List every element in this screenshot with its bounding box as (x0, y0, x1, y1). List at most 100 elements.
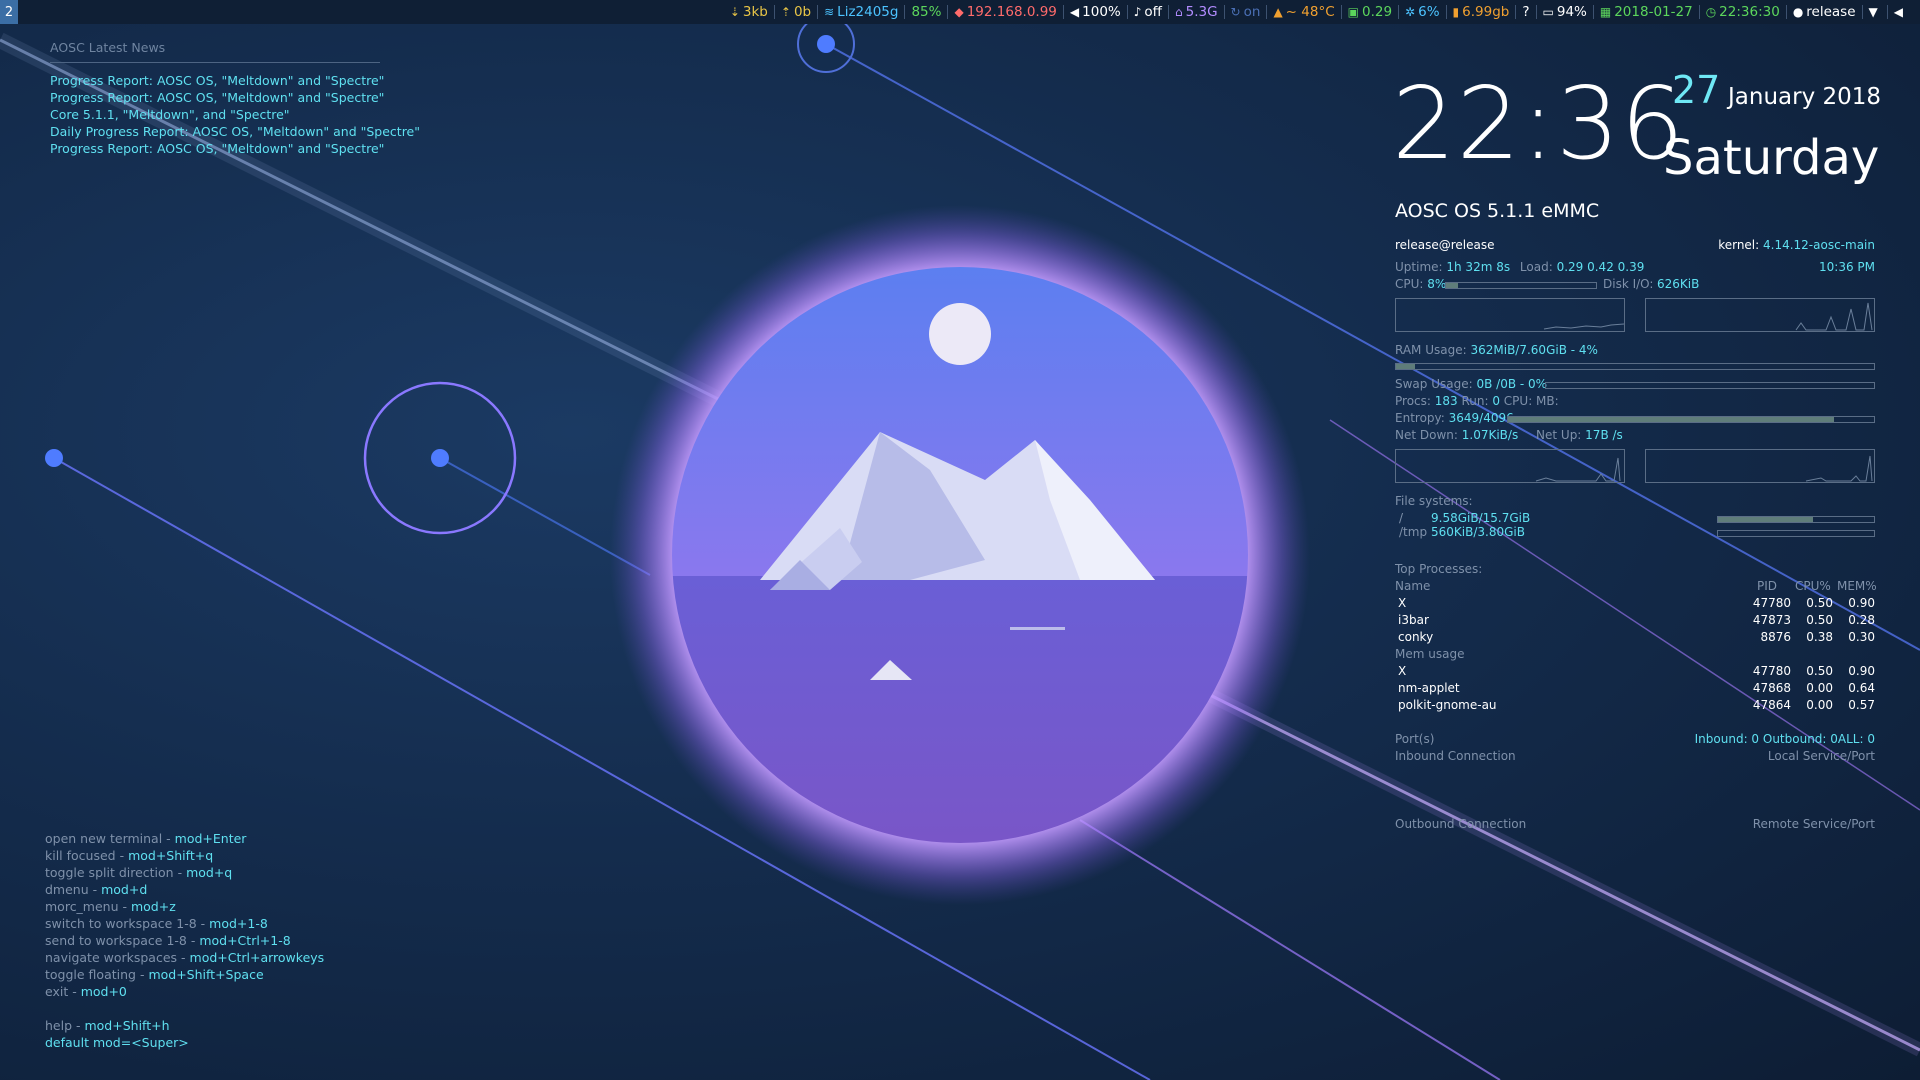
keybinding-row: open new terminal - mod+Enter (45, 830, 324, 847)
news-list: Progress Report: AOSC OS, "Meltdown" and… (50, 72, 420, 157)
keybinding-key: mod+z (130, 899, 176, 914)
keybinding-desc: switch to workspace 1-8 - (45, 916, 210, 931)
entropy-bar (1507, 416, 1875, 423)
process-name: X (1398, 596, 1407, 610)
ram-row: RAM Usage: 362MiB/7.60GiB - 4% (1395, 343, 1598, 357)
tag-icon: ◆ (954, 5, 964, 19)
status-items: ⇣ 3kb ⇡ 0b ≋ Liz2405g 85% ◆ 192.168.0.99 ◀ 100% ♪ of… (730, 0, 1906, 24)
news-item[interactable]: Progress Report: AOSC OS, "Meltdown" and… (50, 140, 384, 157)
process-cpu: 0.00 (1806, 681, 1833, 695)
news-item[interactable]: Progress Report: AOSC OS, "Meltdown" and… (50, 89, 384, 106)
status-separator (1698, 5, 1700, 19)
volume-tray-icon: ◀ (1893, 5, 1903, 19)
time-12h: 10:36 PM (1819, 260, 1875, 274)
status-item[interactable]: ▭ 94% (1543, 4, 1587, 20)
status-separator (1515, 5, 1517, 19)
status-text: 2018-01-27 (1614, 4, 1693, 20)
keybinding-key: mod+Enter (174, 831, 247, 846)
status-item[interactable]: ⇣ 3kb (730, 4, 768, 20)
status-item[interactable]: ▣ 0.29 (1348, 4, 1392, 20)
news-item[interactable]: Progress Report: AOSC OS, "Meltdown" and… (50, 72, 384, 89)
status-text: 85% (911, 4, 942, 20)
keybinding-desc: toggle split direction - (45, 865, 187, 880)
process-row: X 47780 0.50 0.90 (1395, 596, 1875, 613)
memory-icon: ▮ (1452, 5, 1460, 19)
status-separator (1886, 5, 1888, 19)
keybinding-row: toggle split direction - mod+q (45, 864, 324, 881)
status-item[interactable]: ? (1522, 4, 1529, 20)
status-item[interactable]: ≋ Liz2405g (824, 4, 898, 20)
user-host-row: release@release kernel: 4.14.12-aosc-mai… (1395, 238, 1875, 255)
status-item[interactable]: ♪ off (1134, 4, 1162, 20)
keybinding-key: mod+Ctrl+arrowkeys (189, 950, 325, 965)
status-item[interactable]: ◀ 100% (1070, 4, 1121, 20)
keybinding-key: mod+0 (80, 984, 127, 999)
status-item[interactable]: ▮ 6.99gb (1453, 4, 1510, 20)
process-mem: 0.90 (1848, 664, 1875, 678)
status-separator (1223, 5, 1225, 19)
clock-icon: ◷ (1705, 5, 1717, 19)
top-status-bar: 2 ⇣ 3kb ⇡ 0b ≋ Liz2405g 85% ◆ 192.168.0.99 ◀ 100% ♪… (0, 0, 1920, 24)
status-text: 0b (793, 4, 812, 20)
upload-icon: ⇡ (780, 5, 791, 19)
status-text: 192.168.0.99 (966, 4, 1057, 20)
outbound-row: Outbound Connection Remote Service/Port (1395, 817, 1875, 831)
net-row: Net Down: 1.07KiB/s Net Up: 17B /s (1395, 428, 1623, 442)
news-item[interactable]: Daily Progress Report: AOSC OS, "Meltdow… (50, 123, 420, 140)
clock-weekday: Saturday (1663, 130, 1880, 186)
status-item[interactable]: ✲ 6% (1405, 4, 1439, 20)
keybinding-key: mod+Shift+q (128, 848, 214, 863)
process-header-row: Name PID CPU% MEM% (1395, 579, 1877, 593)
process-pid: 47873 (1752, 613, 1791, 627)
fs-mount: /tmp (1399, 525, 1428, 539)
news-title: AOSC Latest News (50, 40, 380, 63)
status-item[interactable]: ▦ 2018-01-27 (1600, 4, 1693, 20)
keybinding-key: mod+1-8 (209, 916, 268, 931)
process-pid: 47868 (1752, 681, 1791, 695)
status-item[interactable]: ▼ (1869, 5, 1881, 19)
fs-usage-bar (1717, 516, 1875, 523)
user-icon: ● (1792, 5, 1804, 19)
status-item[interactable]: ● release (1793, 4, 1856, 20)
news-item[interactable]: Core 5.1.1, "Meltdown", and "Spectre" (50, 106, 380, 123)
status-item[interactable]: ◀ (1894, 5, 1906, 19)
microphone-icon: ♪ (1133, 5, 1142, 19)
status-item[interactable]: 85% (911, 4, 941, 20)
status-item[interactable]: ⌂ 5.3G (1175, 4, 1218, 20)
process-row: polkit-gnome-au 47864 0.00 0.57 (1395, 698, 1875, 715)
download-icon: ⇣ (729, 5, 740, 19)
calendar-icon: ▦ (1599, 5, 1612, 19)
keybinding-row: kill focused - mod+Shift+q (45, 847, 324, 864)
status-item[interactable]: ◷ 22:36:30 (1706, 4, 1780, 20)
keybinding-desc: open new terminal - (45, 831, 175, 846)
workspace-button[interactable]: 2 (0, 0, 18, 24)
fs-usage: 9.58GiB/15.7GiB (1431, 511, 1531, 525)
status-item[interactable]: ◆ 192.168.0.99 (954, 4, 1056, 20)
battery-icon: ▭ (1542, 5, 1554, 19)
status-separator (1340, 5, 1342, 19)
wifi-tray-icon: ▼ (1868, 5, 1878, 19)
process-row: X 47780 0.50 0.90 (1395, 664, 1875, 681)
wifi-icon: ≋ (824, 5, 835, 19)
status-text: 0.29 (1361, 4, 1393, 20)
status-item[interactable]: ↻ on (1231, 4, 1261, 20)
status-item[interactable]: ▲ ~ 48°C (1273, 4, 1334, 20)
process-cpu: 0.50 (1806, 613, 1833, 627)
status-text: ? (1522, 4, 1530, 20)
status-separator (1398, 5, 1400, 19)
kernel: kernel: 4.14.12-aosc-main (1718, 238, 1875, 252)
keybinding-row: dmenu - mod+d (45, 881, 324, 898)
fs-usage: 560KiB/3.80GiB (1431, 525, 1525, 539)
status-separator (1535, 5, 1537, 19)
status-separator (1592, 5, 1594, 19)
home-icon: ⌂ (1174, 5, 1183, 19)
fs-title: File systems: (1395, 494, 1473, 508)
process-name: i3bar (1398, 613, 1429, 627)
status-text: release (1806, 4, 1856, 20)
keybinding-desc: toggle floating - (45, 967, 149, 982)
keybinding-row: toggle floating - mod+Shift+Space (45, 966, 324, 983)
status-item[interactable]: ⇡ 0b (781, 4, 811, 20)
top-processes-title: Top Processes: (1395, 562, 1483, 576)
net-down-graph (1395, 449, 1625, 483)
ports-row: Port(s) Inbound: 0 Outbound: 0ALL: 0 (1395, 732, 1875, 746)
